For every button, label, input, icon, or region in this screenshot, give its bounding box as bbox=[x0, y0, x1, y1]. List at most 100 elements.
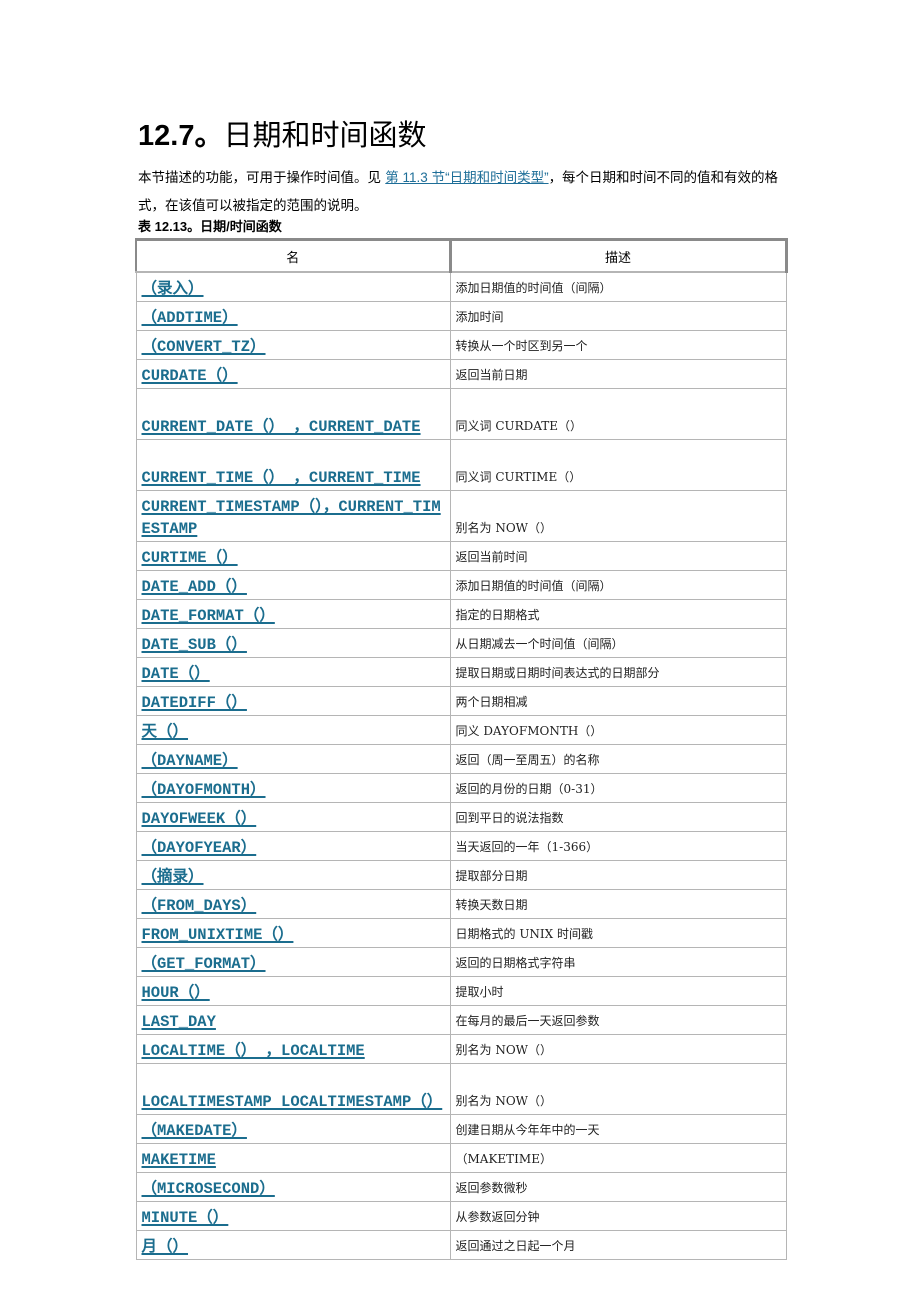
table-row: CURRENT_DATE（） ，CURRENT_DATE 同义词 CURDATE（… bbox=[135, 388, 787, 440]
function-link[interactable]: LAST_DAY bbox=[142, 1013, 216, 1031]
function-link[interactable]: （MAKEDATE） bbox=[142, 1122, 247, 1140]
table-row: （DAYOFMONTH） 返回的月份的日期（0-31） bbox=[135, 773, 787, 803]
function-name-cell: DATEDIFF（） bbox=[135, 686, 451, 716]
function-description: 从日期减去一个时间值（间隔） bbox=[449, 628, 787, 658]
section-heading: 12.7。日期和时间函数 bbox=[138, 118, 426, 154]
date-time-types-link[interactable]: 第 11.3 节“日期和时间类型” bbox=[385, 170, 548, 185]
table-row: （DAYOFYEAR） 当天返回的一年（1-366） bbox=[135, 831, 787, 861]
function-name-cell: （DAYOFYEAR） bbox=[135, 831, 451, 861]
function-link[interactable]: LOCALTIMESTAMP LOCALTIMESTAMP（） bbox=[142, 1093, 443, 1111]
function-name-cell: DATE_SUB（） bbox=[135, 628, 451, 658]
function-name-cell: （ADDTIME） bbox=[135, 301, 451, 331]
table-row: DATE（） 提取日期或日期时间表达式的日期部分 bbox=[135, 657, 787, 687]
function-link[interactable]: FROM_UNIXTIME（） bbox=[142, 926, 294, 944]
function-name-cell: LAST_DAY bbox=[135, 1005, 451, 1035]
function-description: 当天返回的一年（1-366） bbox=[449, 831, 787, 861]
function-description: 提取日期或日期时间表达式的日期部分 bbox=[449, 657, 787, 687]
function-link[interactable]: CURRENT_DATE（） ，CURRENT_DATE bbox=[142, 418, 421, 436]
function-name-cell: CURDATE（） bbox=[135, 359, 451, 389]
function-description: 返回的日期格式字符串 bbox=[449, 947, 787, 977]
function-name-cell: （DAYNAME） bbox=[135, 744, 451, 774]
function-link[interactable]: （ADDTIME） bbox=[142, 309, 238, 327]
header-name: 名 bbox=[135, 238, 452, 273]
table-row: MINUTE（） 从参数返回分钟 bbox=[135, 1201, 787, 1231]
function-description: 回到平日的说法指数 bbox=[449, 802, 787, 832]
function-link[interactable]: （MICROSECOND） bbox=[142, 1180, 275, 1198]
function-link[interactable]: HOUR（） bbox=[142, 984, 210, 1002]
function-link[interactable]: （DAYOFMONTH） bbox=[142, 781, 266, 799]
function-description: 同义词 CURTIME（） bbox=[449, 439, 787, 491]
function-link[interactable]: （CONVERT_TZ） bbox=[142, 338, 266, 356]
function-description: 同义 DAYOFMONTH（） bbox=[449, 715, 787, 745]
function-link[interactable]: （录入） bbox=[142, 280, 204, 298]
intro-text-before: 本节描述的功能，可用于操作时间值。见 bbox=[138, 170, 386, 186]
function-link[interactable]: 天（） bbox=[142, 723, 189, 741]
table-header-row: 名 描述 bbox=[135, 238, 788, 273]
function-description: 提取小时 bbox=[449, 976, 787, 1006]
function-link[interactable]: （GET_FORMAT） bbox=[142, 955, 266, 973]
function-name-cell: LOCALTIME（） ，LOCALTIME bbox=[135, 1034, 451, 1064]
table-row: （摘录） 提取部分日期 bbox=[135, 860, 787, 890]
function-name-cell: CURRENT_TIME（） ，CURRENT_TIME bbox=[135, 439, 451, 491]
intro-paragraph: 本节描述的功能，可用于操作时间值。见 第 11.3 节“日期和时间类型”，每个日… bbox=[138, 164, 788, 220]
function-link[interactable]: 月（） bbox=[142, 1238, 189, 1256]
function-link[interactable]: （DAYOFYEAR） bbox=[142, 839, 257, 857]
function-name-cell: DATE_ADD（） bbox=[135, 570, 451, 600]
function-link[interactable]: DAYOFWEEK（） bbox=[142, 810, 257, 828]
function-name-cell: MINUTE（） bbox=[135, 1201, 451, 1231]
function-link[interactable]: CURDATE（） bbox=[142, 367, 238, 385]
table-row: （DAYNAME） 返回（周一至周五）的名称 bbox=[135, 744, 787, 774]
function-description: 指定的日期格式 bbox=[449, 599, 787, 629]
function-description: 别名为 NOW（） bbox=[449, 1034, 787, 1064]
function-link[interactable]: DATE_ADD（） bbox=[142, 578, 247, 596]
function-description: 添加时间 bbox=[449, 301, 787, 331]
function-link[interactable]: DATE_SUB（） bbox=[142, 636, 247, 654]
function-name-cell: DATE（） bbox=[135, 657, 451, 687]
function-link[interactable]: DATE（） bbox=[142, 665, 210, 683]
table-row: （MICROSECOND） 返回参数微秒 bbox=[135, 1172, 787, 1202]
function-name-cell: LOCALTIMESTAMP LOCALTIMESTAMP（） bbox=[135, 1063, 451, 1115]
function-name-cell: （摘录） bbox=[135, 860, 451, 890]
function-description: 在每月的最后一天返回参数 bbox=[449, 1005, 787, 1035]
function-name-cell: （FROM_DAYS） bbox=[135, 889, 451, 919]
table-row: LAST_DAY 在每月的最后一天返回参数 bbox=[135, 1005, 787, 1035]
function-description: 返回的月份的日期（0-31） bbox=[449, 773, 787, 803]
table-row: （ADDTIME） 添加时间 bbox=[135, 301, 787, 331]
function-link[interactable]: CURTIME（） bbox=[142, 549, 238, 567]
function-link[interactable]: MAKETIME bbox=[142, 1151, 216, 1169]
function-description: 提取部分日期 bbox=[449, 860, 787, 890]
table-row: CURTIME（） 返回当前时间 bbox=[135, 541, 787, 571]
function-link[interactable]: CURRENT_TIME（） ，CURRENT_TIME bbox=[142, 469, 421, 487]
section-title: 日期和时间函数 bbox=[223, 120, 427, 152]
date-time-functions-table: 名 描述 （录入） 添加日期值的时间值（间隔） （ADDTIME） 添加时间 （CONV… bbox=[135, 238, 788, 1260]
function-description: 返回当前时间 bbox=[449, 541, 787, 571]
function-link[interactable]: （摘录） bbox=[142, 868, 204, 886]
table-row: DATE_ADD（） 添加日期值的时间值（间隔） bbox=[135, 570, 787, 600]
table-row: CURRENT_TIME（） ，CURRENT_TIME 同义词 CURTIME（… bbox=[135, 439, 787, 491]
table-row: 天（） 同义 DAYOFMONTH（） bbox=[135, 715, 787, 745]
function-link[interactable]: CURRENT_TIMESTAMP（），CURRENT_TIMESTAMP bbox=[142, 498, 441, 538]
table-body: （录入） 添加日期值的时间值（间隔） （ADDTIME） 添加时间 （CONVERT_T… bbox=[135, 271, 787, 1260]
function-link[interactable]: （FROM_DAYS） bbox=[142, 897, 257, 915]
function-link[interactable]: DATE_FORMAT（） bbox=[142, 607, 275, 625]
function-description: （MAKETIME） bbox=[449, 1143, 787, 1173]
table-row: LOCALTIMESTAMP LOCALTIMESTAMP（） 别名为 NOW（） bbox=[135, 1063, 787, 1115]
table-row: DATE_FORMAT（） 指定的日期格式 bbox=[135, 599, 787, 629]
function-link[interactable]: （DAYNAME） bbox=[142, 752, 238, 770]
table-row: （录入） 添加日期值的时间值（间隔） bbox=[135, 271, 787, 302]
function-description: 同义词 CURDATE（） bbox=[449, 388, 787, 440]
section-number: 12.7。 bbox=[138, 120, 224, 152]
function-description: 添加日期值的时间值（间隔） bbox=[449, 271, 787, 302]
table-row: HOUR（） 提取小时 bbox=[135, 976, 787, 1006]
function-name-cell: CURTIME（） bbox=[135, 541, 451, 571]
function-name-cell: （CONVERT_TZ） bbox=[135, 330, 451, 360]
function-name-cell: FROM_UNIXTIME（） bbox=[135, 918, 451, 948]
function-link[interactable]: MINUTE（） bbox=[142, 1209, 229, 1227]
function-link[interactable]: LOCALTIME（） ，LOCALTIME bbox=[142, 1042, 365, 1060]
function-link[interactable]: DATEDIFF（） bbox=[142, 694, 247, 712]
function-name-cell: DAYOFWEEK（） bbox=[135, 802, 451, 832]
function-description: 返回当前日期 bbox=[449, 359, 787, 389]
function-description: 从参数返回分钟 bbox=[449, 1201, 787, 1231]
function-description: 转换天数日期 bbox=[449, 889, 787, 919]
function-name-cell: （录入） bbox=[135, 271, 451, 302]
